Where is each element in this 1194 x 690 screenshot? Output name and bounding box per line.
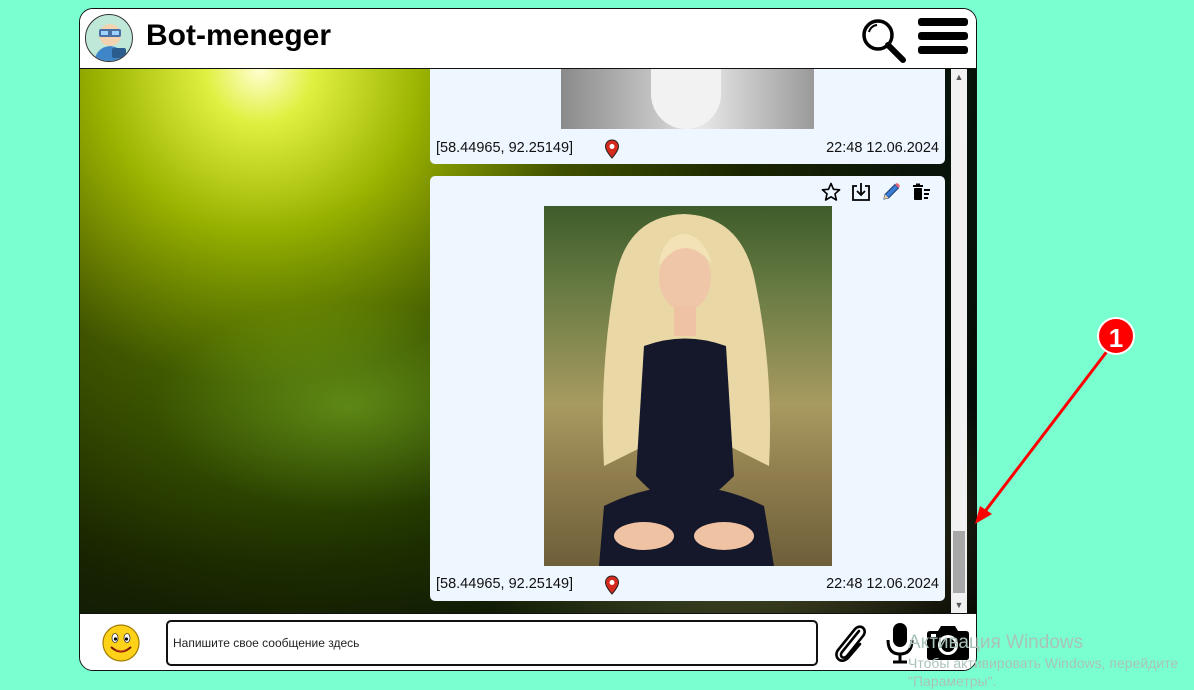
scrollbar-thumb[interactable] xyxy=(953,531,965,593)
annotation-marker: 1 xyxy=(1097,317,1135,355)
watermark-text: "Параметры". xyxy=(908,673,997,689)
message-photo[interactable] xyxy=(561,69,814,129)
message-time: 22:48 12.06.2024 xyxy=(826,140,939,156)
bot-manager-window: Bot-meneger [58.44965, 92.25149] 22:48 1… xyxy=(79,8,977,671)
message-photo[interactable] xyxy=(544,206,832,566)
chat-scrollbar[interactable]: ▲ ▼ xyxy=(951,69,967,613)
watermark-title: Активация Windows xyxy=(908,632,1084,653)
bot-avatar-icon[interactable] xyxy=(85,14,133,62)
message-coordinates: [58.44965, 92.25149] xyxy=(436,140,574,156)
search-icon[interactable] xyxy=(860,17,906,63)
app-header: Bot-meneger xyxy=(80,9,976,69)
message-input[interactable] xyxy=(166,620,818,666)
scroll-down-arrow[interactable]: ▼ xyxy=(951,597,967,613)
emoji-icon[interactable] xyxy=(101,623,141,663)
pencil-icon[interactable] xyxy=(881,182,901,202)
watermark-text: Чтобы активировать Windows, перейдите xyxy=(908,655,1179,671)
message-bubble: [58.44965, 92.25149] 22:48 12.06.2024 xyxy=(430,69,945,164)
windows-activation-watermark: Активация Windows Чтобы активировать Win… xyxy=(908,632,1178,690)
message-bubble: [58.44965, 92.25149] 22:48 12.06.2024 xyxy=(430,176,945,601)
message-actions xyxy=(821,182,931,202)
star-icon[interactable] xyxy=(821,182,841,202)
location-pin-icon[interactable] xyxy=(604,139,620,159)
message-coordinates: [58.44965, 92.25149] xyxy=(436,576,574,592)
delete-icon[interactable] xyxy=(911,182,931,202)
composer-bar xyxy=(80,613,976,670)
location-pin-icon[interactable] xyxy=(604,575,620,595)
app-title: Bot-meneger xyxy=(146,19,332,52)
menu-icon[interactable] xyxy=(918,18,968,60)
paperclip-icon[interactable] xyxy=(830,622,870,664)
chat-area[interactable]: [58.44965, 92.25149] 22:48 12.06.2024 [5… xyxy=(80,69,976,613)
scroll-up-arrow[interactable]: ▲ xyxy=(951,69,967,85)
download-icon[interactable] xyxy=(851,182,871,202)
message-time: 22:48 12.06.2024 xyxy=(826,576,939,592)
